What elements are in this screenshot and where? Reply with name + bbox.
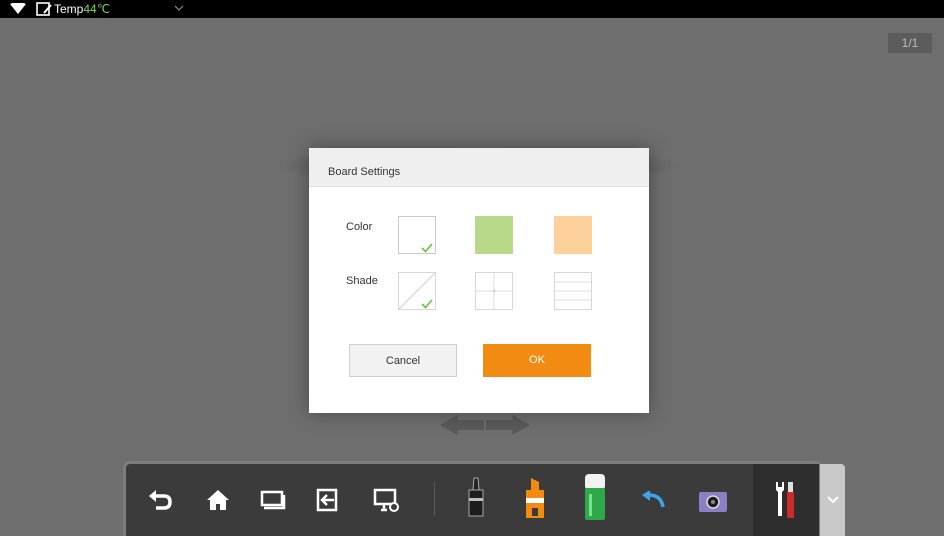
check-icon — [421, 299, 433, 309]
color-swatch-orange[interactable] — [554, 216, 592, 254]
tools-icon[interactable] — [772, 480, 796, 520]
status-bar: Temp44℃ — [0, 0, 944, 18]
eraser-icon[interactable] — [582, 472, 608, 524]
wifi-icon — [10, 3, 26, 14]
exit-icon[interactable] — [316, 488, 340, 512]
board-icon — [36, 2, 52, 16]
grid-shade-icon — [476, 273, 512, 309]
back-icon[interactable] — [641, 491, 667, 511]
shade-option-lines[interactable] — [554, 272, 592, 310]
camera-icon[interactable] — [698, 489, 728, 513]
page-indicator: 1/1 — [888, 33, 932, 53]
window-icon[interactable] — [260, 490, 286, 510]
shade-label: Shade — [346, 275, 378, 287]
color-label: Color — [346, 221, 373, 233]
color-swatch-green[interactable] — [475, 216, 513, 254]
undo-icon[interactable] — [148, 488, 174, 512]
highlighter-icon[interactable] — [522, 476, 548, 524]
temp-value: 44℃ — [83, 2, 111, 16]
board-settings-dialog: Board Settings Color Shade Cancel OK — [309, 148, 649, 413]
check-icon — [421, 243, 433, 253]
cancel-button[interactable]: Cancel — [349, 344, 457, 377]
shade-option-grid[interactable] — [475, 272, 513, 310]
home-icon[interactable] — [206, 489, 230, 511]
shade-option-diagonal[interactable] — [398, 272, 436, 310]
pen-icon[interactable] — [464, 476, 488, 524]
chevron-down-icon — [827, 496, 839, 504]
color-swatch-white[interactable] — [398, 216, 436, 254]
lines-shade-icon — [555, 281, 591, 301]
ok-button[interactable]: OK — [483, 344, 591, 377]
dialog-title: Board Settings — [328, 166, 401, 178]
temp-label: Temp — [54, 2, 84, 16]
toolbar-divider — [434, 482, 435, 516]
screen-settings-icon[interactable] — [373, 488, 401, 514]
temperature-readout: Temp44℃ — [54, 2, 110, 16]
bottom-toolbar — [126, 464, 819, 536]
chevron-down-icon[interactable] — [174, 4, 184, 12]
toolbar-expand-button[interactable] — [820, 464, 845, 536]
